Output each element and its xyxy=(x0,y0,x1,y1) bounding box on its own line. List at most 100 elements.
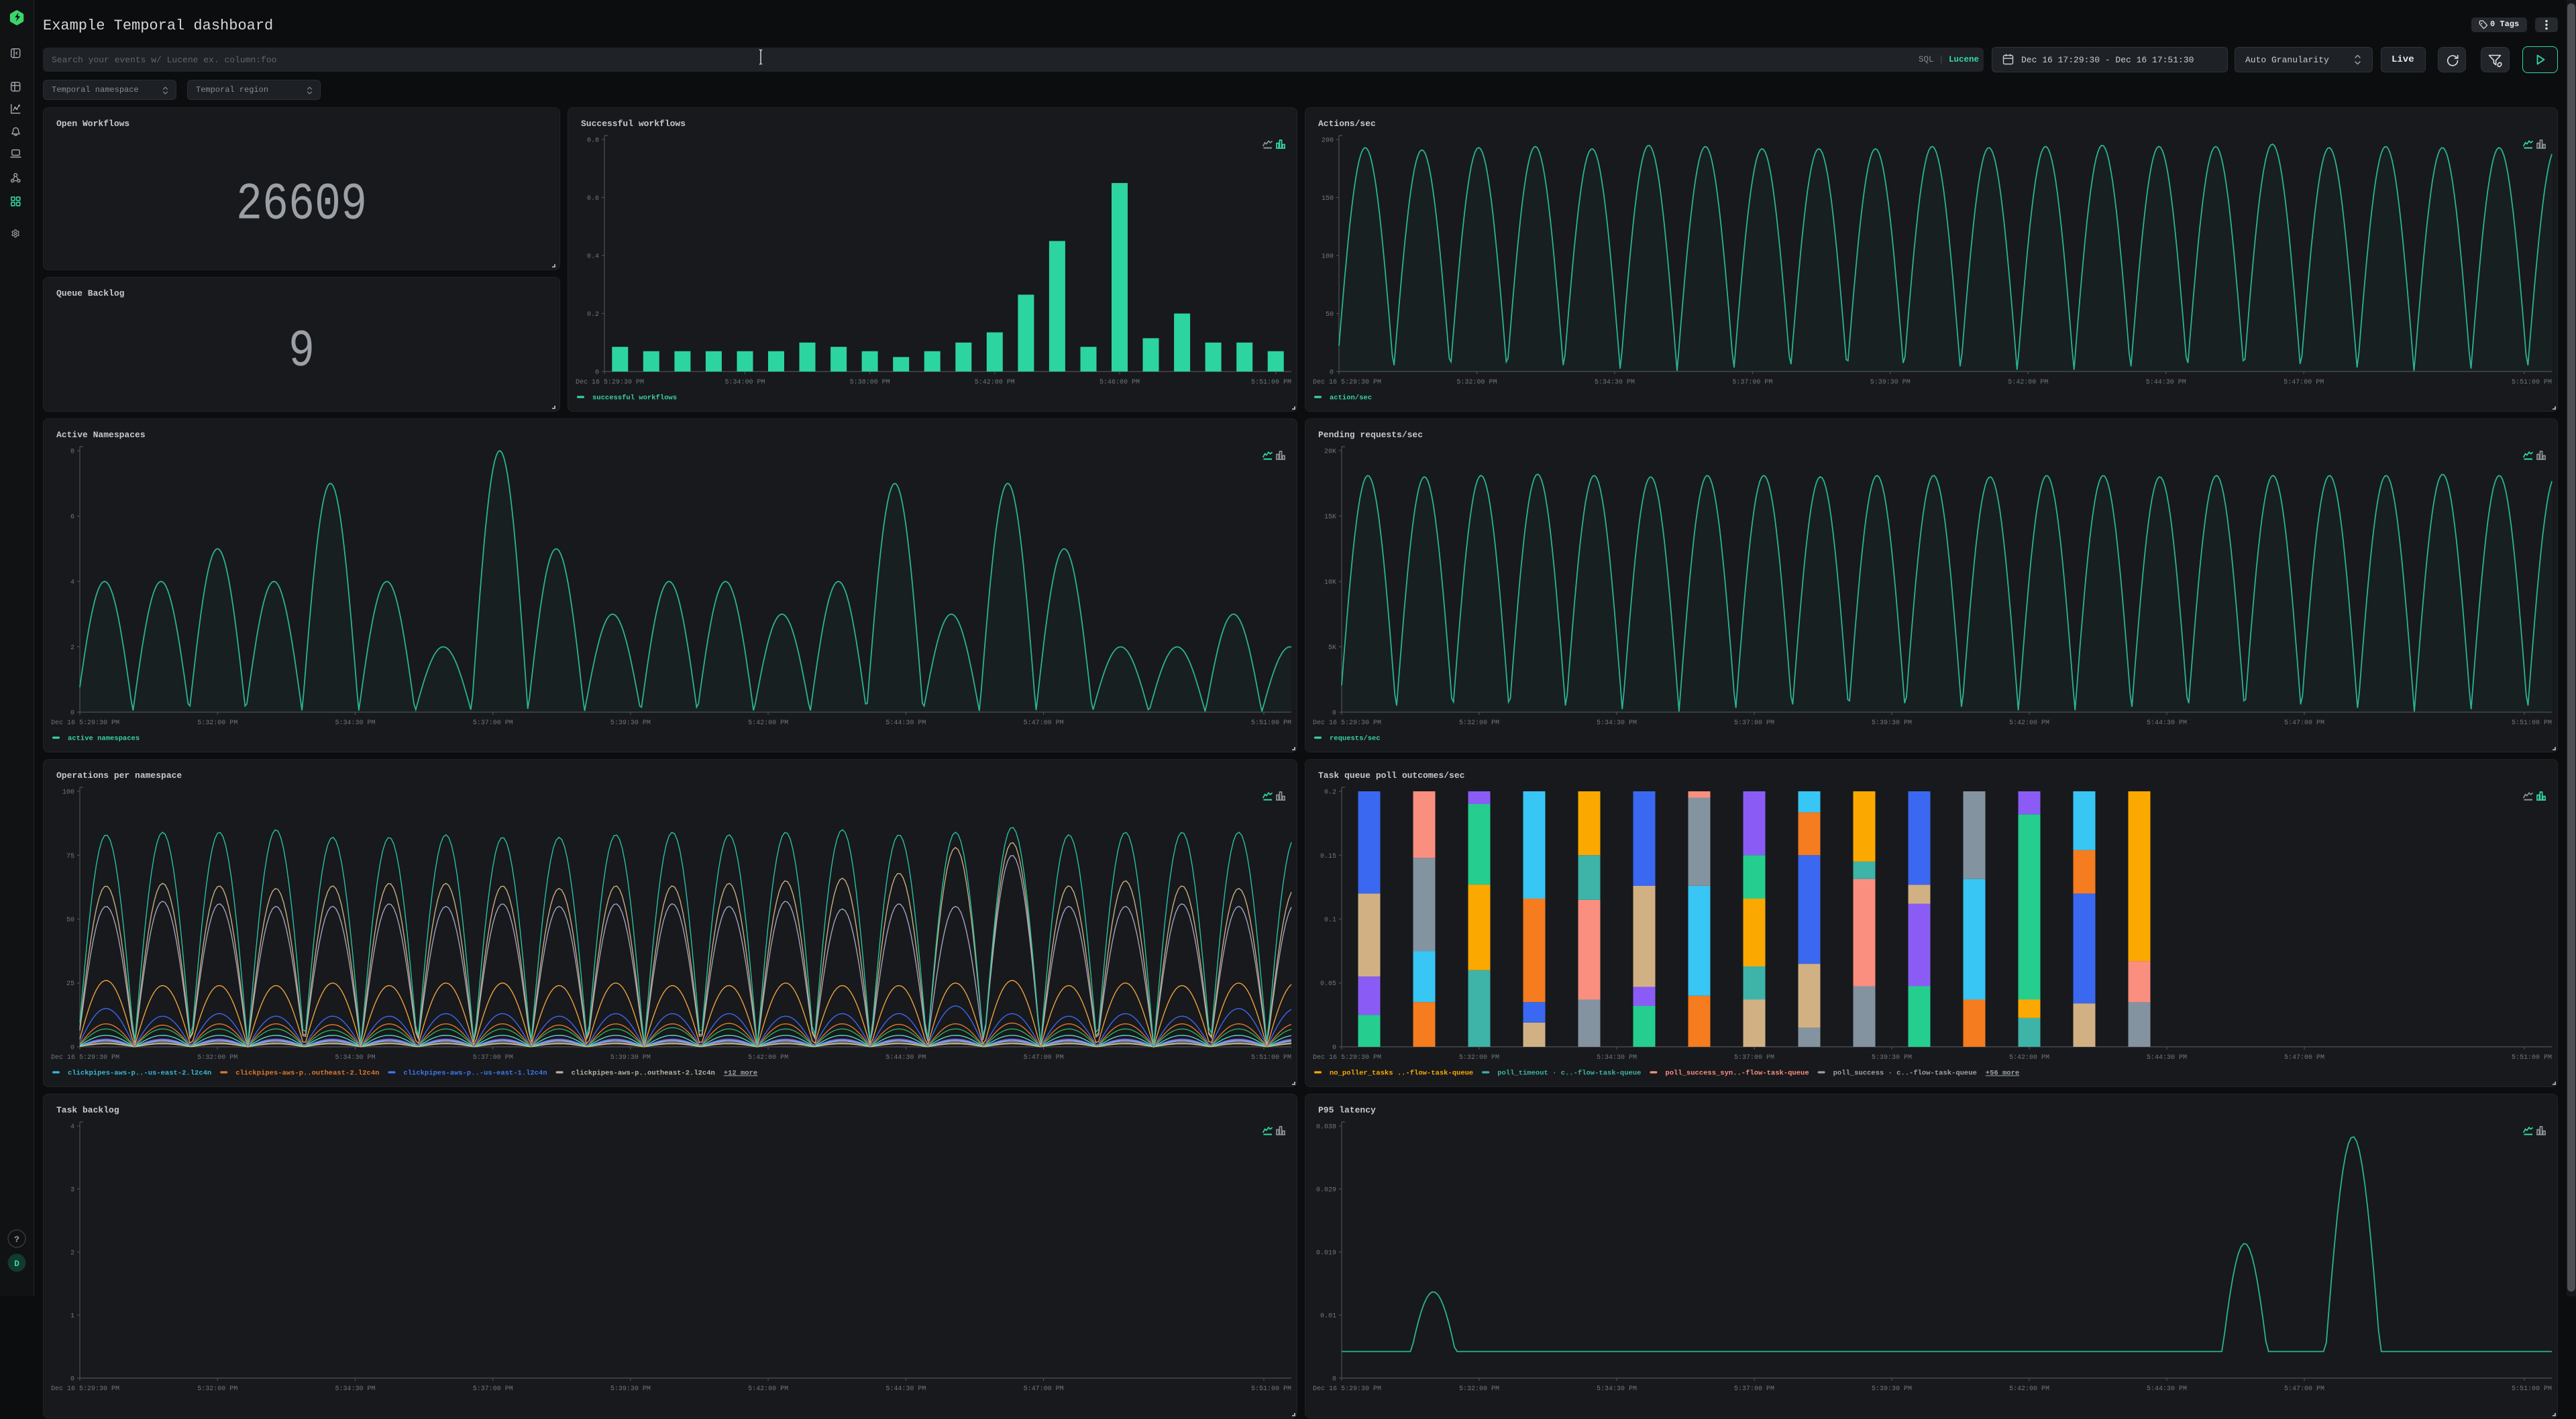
svg-text:8: 8 xyxy=(70,449,74,456)
svg-text:5:34:30 PM: 5:34:30 PM xyxy=(335,720,375,727)
svg-text:Dec 16 5:29:30 PM: Dec 16 5:29:30 PM xyxy=(1313,379,1381,386)
svg-text:5:47:00 PM: 5:47:00 PM xyxy=(2284,1054,2324,1062)
svg-text:100: 100 xyxy=(62,789,74,797)
svg-text:5:32:00 PM: 5:32:00 PM xyxy=(1459,1385,1499,1393)
svg-text:1: 1 xyxy=(70,1313,74,1320)
svg-text:5:47:00 PM: 5:47:00 PM xyxy=(1024,1054,1064,1062)
svg-text:?: ? xyxy=(14,1235,19,1245)
svg-text:5:42:00 PM: 5:42:00 PM xyxy=(2009,1054,2049,1062)
svg-text:poll_success_syn..-flow-task-q: poll_success_syn..-flow-task-queue xyxy=(1665,1070,1809,1078)
svg-text:5:47:00 PM: 5:47:00 PM xyxy=(1024,720,1064,727)
svg-text:requests/sec: requests/sec xyxy=(1330,735,1381,743)
svg-text:2: 2 xyxy=(70,644,74,652)
svg-text:5:37:00 PM: 5:37:00 PM xyxy=(1734,1385,1774,1393)
svg-text:5:34:30 PM: 5:34:30 PM xyxy=(335,1385,375,1393)
svg-text:5:32:00 PM: 5:32:00 PM xyxy=(197,1054,237,1062)
svg-text:0.01: 0.01 xyxy=(1320,1313,1336,1320)
svg-text:5:39:30 PM: 5:39:30 PM xyxy=(1872,720,1912,727)
svg-text:0.019: 0.019 xyxy=(1316,1250,1336,1257)
svg-text:5:39:30 PM: 5:39:30 PM xyxy=(610,1385,651,1393)
svg-text:clickpipes-aws-p..-us-east-2.l: clickpipes-aws-p..-us-east-2.l2c4n xyxy=(68,1070,211,1078)
svg-text:75: 75 xyxy=(66,853,74,860)
svg-text:5:44:30 PM: 5:44:30 PM xyxy=(885,720,926,727)
svg-text:200: 200 xyxy=(1322,137,1334,145)
svg-text:5:44:30 PM: 5:44:30 PM xyxy=(2147,1054,2187,1062)
svg-text:5:42:00 PM: 5:42:00 PM xyxy=(748,1054,788,1062)
svg-text:5:44:30 PM: 5:44:30 PM xyxy=(2147,1385,2187,1393)
svg-text:50: 50 xyxy=(1326,311,1334,319)
svg-text:5:39:30 PM: 5:39:30 PM xyxy=(1872,1385,1912,1393)
svg-text:10K: 10K xyxy=(1324,579,1336,587)
svg-text:active namespaces: active namespaces xyxy=(68,735,140,743)
svg-text:5:39:30 PM: 5:39:30 PM xyxy=(610,720,651,727)
svg-text:+56 more: +56 more xyxy=(1986,1070,2019,1078)
svg-text:5:42:00 PM: 5:42:00 PM xyxy=(975,379,1015,386)
svg-text:poll_success · c..-flow-task-q: poll_success · c..-flow-task-queue xyxy=(1833,1070,1977,1078)
svg-text:clickpipes-aws-p..outheast-2.l: clickpipes-aws-p..outheast-2.l2c4n xyxy=(572,1070,715,1078)
svg-text:5:34:30 PM: 5:34:30 PM xyxy=(1597,1054,1637,1062)
svg-text:0: 0 xyxy=(1330,370,1334,377)
svg-text:no_poller_tasks ..-flow-task-q: no_poller_tasks ..-flow-task-queue xyxy=(1330,1070,1473,1078)
svg-text:5:47:00 PM: 5:47:00 PM xyxy=(2284,720,2324,727)
svg-text:5:32:00 PM: 5:32:00 PM xyxy=(197,1385,237,1393)
svg-text:0.1: 0.1 xyxy=(1324,917,1336,924)
svg-text:6: 6 xyxy=(70,514,74,521)
svg-text:4: 4 xyxy=(70,1124,74,1131)
svg-text:5:46:00 PM: 5:46:00 PM xyxy=(1099,379,1140,386)
svg-text:5:51:00 PM: 5:51:00 PM xyxy=(2512,1054,2552,1062)
svg-text:5:37:00 PM: 5:37:00 PM xyxy=(473,1054,513,1062)
svg-text:clickpipes-aws-p..outheast-2.l: clickpipes-aws-p..outheast-2.l2c4n xyxy=(235,1070,379,1078)
svg-text:5:44:30 PM: 5:44:30 PM xyxy=(2147,720,2187,727)
svg-text:5:42:00 PM: 5:42:00 PM xyxy=(748,720,788,727)
svg-text:5:38:00 PM: 5:38:00 PM xyxy=(850,379,890,386)
svg-text:5:32:00 PM: 5:32:00 PM xyxy=(1459,1054,1499,1062)
svg-text:5:51:00 PM: 5:51:00 PM xyxy=(1251,1385,1291,1393)
svg-text:0: 0 xyxy=(1332,710,1336,718)
svg-text:0: 0 xyxy=(70,710,74,718)
svg-text:0: 0 xyxy=(70,1045,74,1052)
svg-text:5:44:30 PM: 5:44:30 PM xyxy=(2146,379,2186,386)
svg-text:100: 100 xyxy=(1322,253,1334,261)
svg-text:150: 150 xyxy=(1322,195,1334,203)
svg-text:5:37:00 PM: 5:37:00 PM xyxy=(1734,720,1774,727)
svg-text:Dec 16 5:29:30 PM: Dec 16 5:29:30 PM xyxy=(1313,1385,1381,1393)
svg-text:0.029: 0.029 xyxy=(1316,1187,1336,1194)
svg-text:2: 2 xyxy=(70,1250,74,1257)
svg-text:5:47:00 PM: 5:47:00 PM xyxy=(2284,1385,2324,1393)
svg-text:0.4: 0.4 xyxy=(587,253,599,261)
svg-text:Dec 16 5:29:30 PM: Dec 16 5:29:30 PM xyxy=(51,1385,119,1393)
svg-text:5:37:00 PM: 5:37:00 PM xyxy=(1734,1054,1774,1062)
svg-text:5K: 5K xyxy=(1328,644,1336,652)
svg-text:0: 0 xyxy=(595,370,599,377)
svg-text:20K: 20K xyxy=(1324,449,1336,456)
svg-text:0.038: 0.038 xyxy=(1316,1124,1336,1131)
svg-text:15K: 15K xyxy=(1324,514,1336,521)
svg-text:0: 0 xyxy=(70,1376,74,1383)
svg-text:5:42:00 PM: 5:42:00 PM xyxy=(748,1385,788,1393)
svg-text:clickpipes-aws-p..-us-east-1.l: clickpipes-aws-p..-us-east-1.l2c4n xyxy=(403,1070,547,1078)
svg-text:5:34:30 PM: 5:34:30 PM xyxy=(1597,1385,1637,1393)
svg-text:Dec 16 5:29:30 PM: Dec 16 5:29:30 PM xyxy=(51,720,119,727)
svg-text:5:47:00 PM: 5:47:00 PM xyxy=(2284,379,2324,386)
svg-text:+12 more: +12 more xyxy=(724,1070,757,1078)
svg-text:Dec 16 5:29:30 PM: Dec 16 5:29:30 PM xyxy=(1313,1054,1381,1062)
svg-text:D: D xyxy=(14,1259,19,1269)
svg-text:5:34:00 PM: 5:34:00 PM xyxy=(724,379,765,386)
svg-text:5:34:30 PM: 5:34:30 PM xyxy=(335,1054,375,1062)
svg-text:5:51:00 PM: 5:51:00 PM xyxy=(2512,720,2552,727)
svg-text:5:34:30 PM: 5:34:30 PM xyxy=(1595,379,1635,386)
svg-text:5:42:00 PM: 5:42:00 PM xyxy=(2008,379,2048,386)
svg-text:5:32:00 PM: 5:32:00 PM xyxy=(1456,379,1497,386)
svg-text:50: 50 xyxy=(66,917,74,924)
svg-text:5:47:00 PM: 5:47:00 PM xyxy=(1024,1385,1064,1393)
svg-text:5:42:00 PM: 5:42:00 PM xyxy=(2009,720,2049,727)
svg-text:5:34:30 PM: 5:34:30 PM xyxy=(1597,720,1637,727)
svg-text:0.15: 0.15 xyxy=(1320,853,1336,860)
svg-text:0.2: 0.2 xyxy=(1324,789,1336,797)
svg-text:poll_timeout · c..-flow-task-q: poll_timeout · c..-flow-task-queue xyxy=(1497,1070,1641,1078)
svg-text:5:51:00 PM: 5:51:00 PM xyxy=(1251,379,1291,386)
svg-text:Dec 16 5:29:30 PM: Dec 16 5:29:30 PM xyxy=(576,379,644,386)
svg-text:5:51:00 PM: 5:51:00 PM xyxy=(2512,379,2552,386)
svg-text:5:42:00 PM: 5:42:00 PM xyxy=(2009,1385,2049,1393)
svg-text:5:37:00 PM: 5:37:00 PM xyxy=(473,1385,513,1393)
